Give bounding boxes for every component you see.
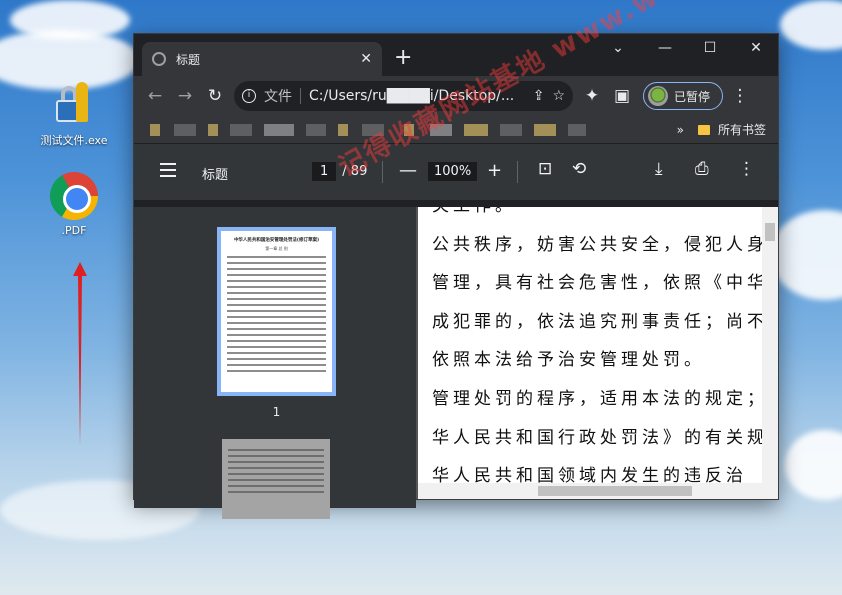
pdf-text-line: 管理处罚的程序，适用本法的规定； <box>432 388 762 409</box>
chrome-icon <box>50 172 98 220</box>
close-window-button[interactable]: ✕ <box>744 40 768 56</box>
pdf-text-line: 华人民共和国领域内发生的违反治 <box>432 466 747 483</box>
address-bar[interactable]: i 文件 C:/Users/ru████i/Desktop/... ⇪ ☆ <box>234 81 573 111</box>
download-icon[interactable]: ⤓ <box>655 159 663 179</box>
minimize-button[interactable]: — <box>653 40 677 56</box>
chevron-right-icon[interactable]: » <box>677 123 684 137</box>
divider <box>300 88 301 104</box>
bookmark-item[interactable] <box>404 124 414 136</box>
star-icon[interactable]: ☆ <box>552 88 565 104</box>
more-options-icon[interactable]: ⋮ <box>738 159 755 179</box>
more-menu-icon[interactable]: ⋮ <box>725 86 755 106</box>
pdf-text-line: 关工作。 <box>432 207 762 226</box>
profile-button[interactable]: 已暂停 <box>643 82 723 110</box>
avatar <box>648 86 668 106</box>
bookmark-item[interactable] <box>568 124 586 136</box>
pdf-text-line: 管理，具有社会危害性，依照《中华 <box>432 273 762 294</box>
tab-search-button[interactable]: ⌄ <box>606 40 630 56</box>
browser-tab[interactable]: 标题 ✕ <box>142 42 382 76</box>
pdf-text-line: 华人民共和国行政处罚法》的有关规 <box>432 427 762 448</box>
bookmark-item[interactable] <box>208 124 218 136</box>
zoom-input[interactable]: 100% <box>428 162 478 181</box>
extensions-icon[interactable]: ✦ <box>577 86 607 106</box>
title-bar: 标题 ✕ + ⌄ — ☐ ✕ <box>134 34 778 76</box>
desktop-icon-label: .PDF <box>61 224 87 237</box>
back-button[interactable]: ← <box>140 86 170 106</box>
desktop-icon-pdf[interactable]: .PDF <box>36 172 112 237</box>
side-panel-icon[interactable]: ▣ <box>607 86 637 106</box>
browser-toolbar: ← → ↻ i 文件 C:/Users/ru████i/Desktop/... … <box>134 76 778 116</box>
rotate-icon[interactable]: ⟲ <box>572 159 586 179</box>
pdf-text-line: 成犯罪的，依法追究刑事责任；尚不 <box>432 311 762 332</box>
lock-key-icon <box>50 80 98 128</box>
thumbnail-page-number: 1 <box>272 405 281 419</box>
scrollbar-thumb[interactable] <box>538 486 692 496</box>
pdf-title: 标题 <box>202 168 229 183</box>
address-scheme-label: 文件 <box>264 89 292 105</box>
bookmark-item[interactable] <box>500 124 522 136</box>
desktop-icon-label: 测试文件.exe <box>40 134 108 147</box>
cloud <box>10 0 130 40</box>
bookmark-item[interactable] <box>362 124 384 136</box>
red-arrow-annotation <box>73 262 87 447</box>
bookmark-item[interactable] <box>230 124 252 136</box>
page-selector: 1 / 89 <box>312 162 367 181</box>
pdf-text-line: 公共秩序，妨害公共安全，侵犯人身 <box>432 234 762 255</box>
desktop-icon-exe[interactable]: 测试文件.exe <box>36 80 112 148</box>
horizontal-scrollbar[interactable] <box>418 483 778 499</box>
address-url[interactable]: C:/Users/ru████i/Desktop/... <box>309 88 525 104</box>
tab-title: 标题 <box>176 52 201 67</box>
globe-icon <box>152 52 166 66</box>
bookmark-item[interactable] <box>264 124 294 136</box>
bookmark-item[interactable] <box>430 124 452 136</box>
cloud <box>770 210 842 300</box>
folder-icon <box>697 124 710 135</box>
scrollbar-thumb[interactable] <box>765 223 775 241</box>
zoom-out-button[interactable]: — <box>399 160 417 181</box>
print-icon[interactable]: ⎙ <box>695 159 709 179</box>
all-bookmarks-label: 所有书签 <box>717 123 766 137</box>
new-tab-button[interactable]: + <box>394 46 412 70</box>
page-thumbnail-2[interactable] <box>222 439 330 519</box>
divider <box>517 161 518 183</box>
info-icon[interactable]: i <box>242 89 256 103</box>
zoom-in-button[interactable]: + <box>487 160 502 181</box>
cloud <box>785 430 842 500</box>
bookmark-item[interactable] <box>174 124 196 136</box>
bookmark-item[interactable] <box>306 124 326 136</box>
pdf-viewer-body: 中华人民共和国治安管理处罚法(修订草案) 第一章 总 则 1 关工作。 公共秩序… <box>134 207 778 519</box>
pdf-text-line: 依照本法给予治安管理处罚。 <box>432 350 705 371</box>
thumbnail-heading: 第一章 总 则 <box>265 246 288 251</box>
thumbnail-sidebar: 中华人民共和国治安管理处罚法(修订草案) 第一章 总 则 1 <box>134 207 416 519</box>
menu-icon[interactable] <box>160 163 176 177</box>
bookmark-item[interactable] <box>338 124 348 136</box>
bookmark-item[interactable] <box>534 124 556 136</box>
bookmark-item[interactable] <box>464 124 488 136</box>
reload-button[interactable]: ↻ <box>200 86 230 106</box>
page-count: / 89 <box>342 164 368 179</box>
cloud <box>780 0 842 50</box>
divider <box>382 161 383 183</box>
close-tab-icon[interactable]: ✕ <box>360 51 372 67</box>
page-number-input[interactable]: 1 <box>312 162 337 181</box>
pdf-page: 关工作。 公共秩序，妨害公共安全，侵犯人身 管理，具有社会危害性，依照《中华 成… <box>418 207 762 483</box>
thumbnail-title: 中华人民共和国治安管理处罚法(修订草案) <box>233 238 320 243</box>
all-bookmarks-button[interactable]: » 所有书签 <box>677 121 766 138</box>
forward-button[interactable]: → <box>170 86 200 106</box>
vertical-scrollbar[interactable] <box>762 207 778 483</box>
pdf-toolbar: 标题 1 / 89 — 100% + ⊡ ⟲ ⤓ ⎙ ⋮ <box>134 144 778 200</box>
bookmarks-bar: » 所有书签 <box>134 116 778 144</box>
share-icon[interactable]: ⇪ <box>533 88 545 104</box>
page-thumbnail-1[interactable]: 中华人民共和国治安管理处罚法(修订草案) 第一章 总 则 <box>217 227 336 396</box>
bookmark-item[interactable] <box>150 124 160 136</box>
maximize-button[interactable]: ☐ <box>698 40 722 56</box>
fit-page-icon[interactable]: ⊡ <box>538 159 552 179</box>
profile-status: 已暂停 <box>674 89 711 104</box>
